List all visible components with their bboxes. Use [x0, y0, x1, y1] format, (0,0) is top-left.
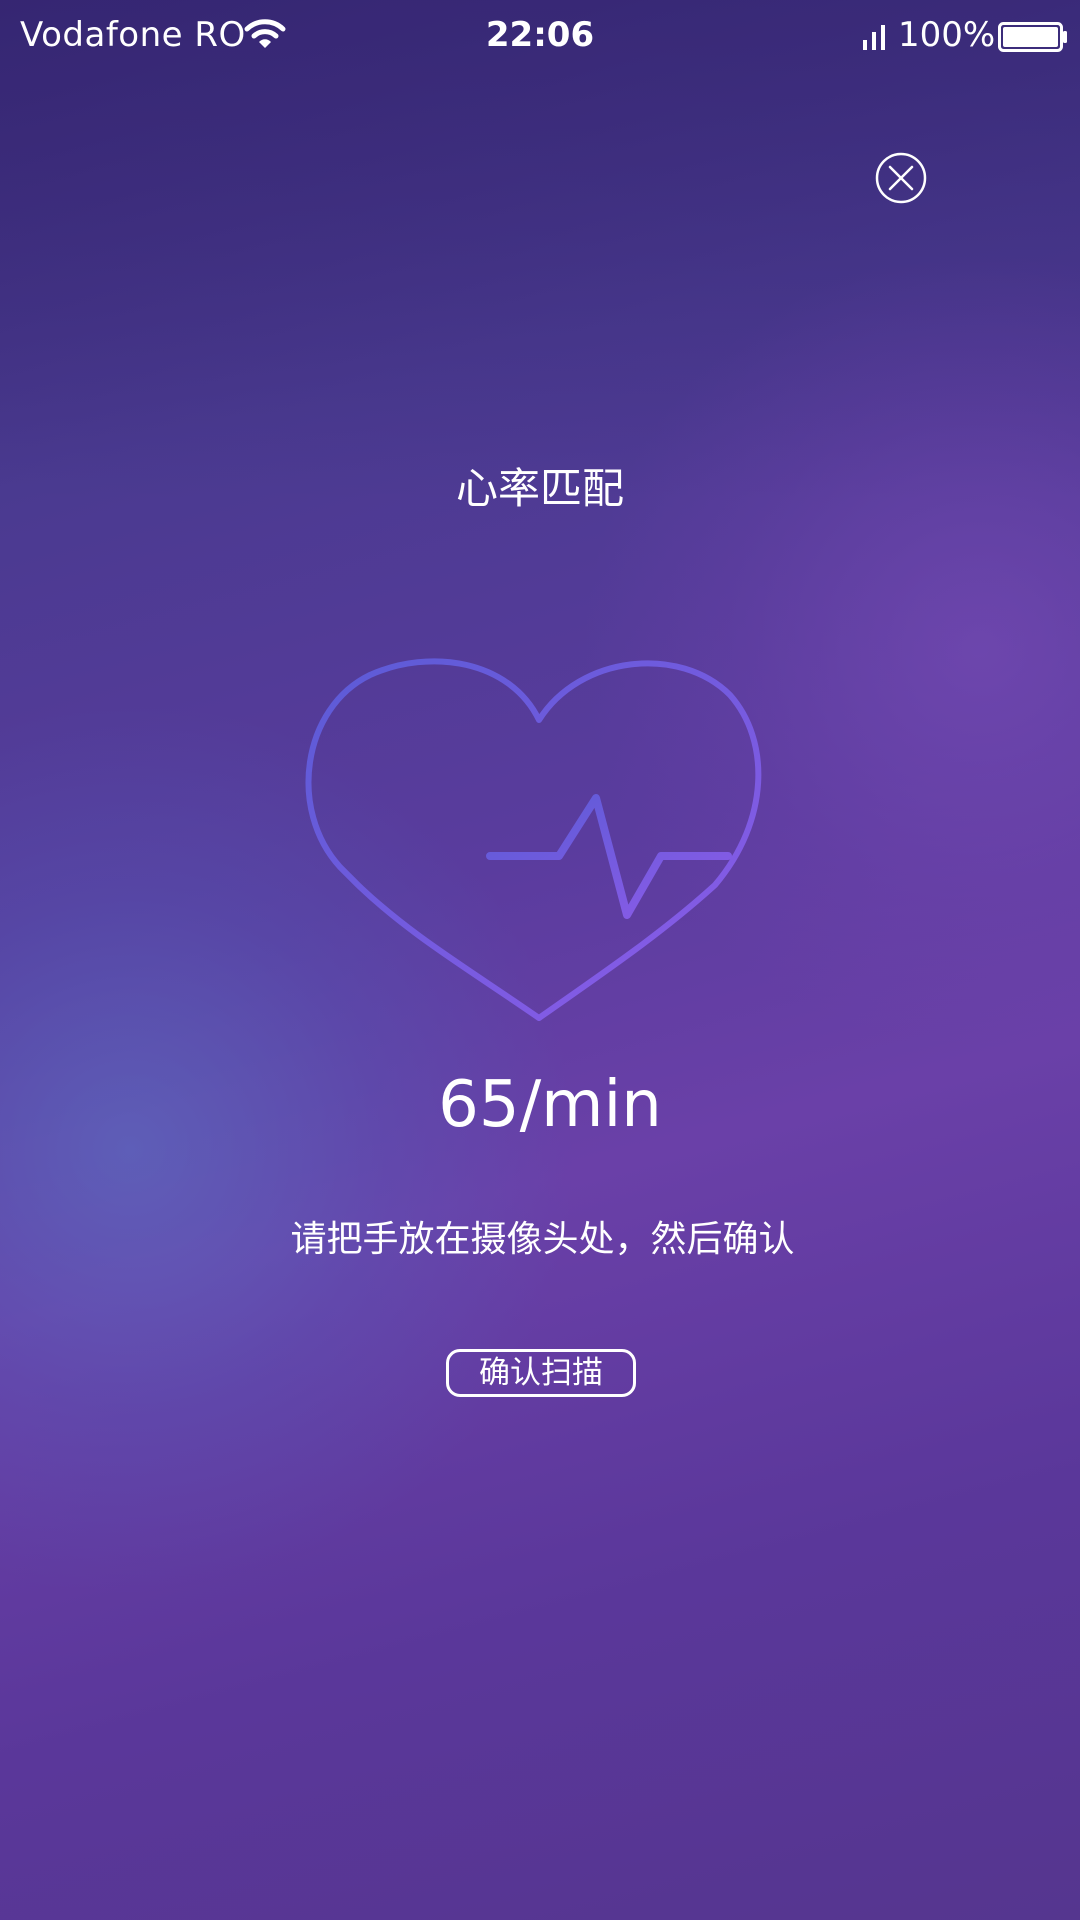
instruction-text: 请把手放在摄像头处，然后确认 [290, 1219, 795, 1260]
heart-pulse-icon [305, 658, 762, 1021]
page-title: 心率匹配 [455, 464, 624, 513]
signal-icon [863, 25, 885, 50]
status-bar: Vodafone RO 22:06 100% [0, 0, 1080, 72]
confirm-scan-button[interactable]: 确认扫描 [446, 1349, 636, 1397]
battery-percent: 100% [898, 15, 996, 55]
heart-rate-value: 65/min [438, 1068, 662, 1142]
screen: Vodafone RO 22:06 100% 心率匹配 65/min 请把手放在… [0, 0, 1080, 1920]
close-icon[interactable] [875, 152, 927, 204]
battery-icon [998, 22, 1067, 52]
